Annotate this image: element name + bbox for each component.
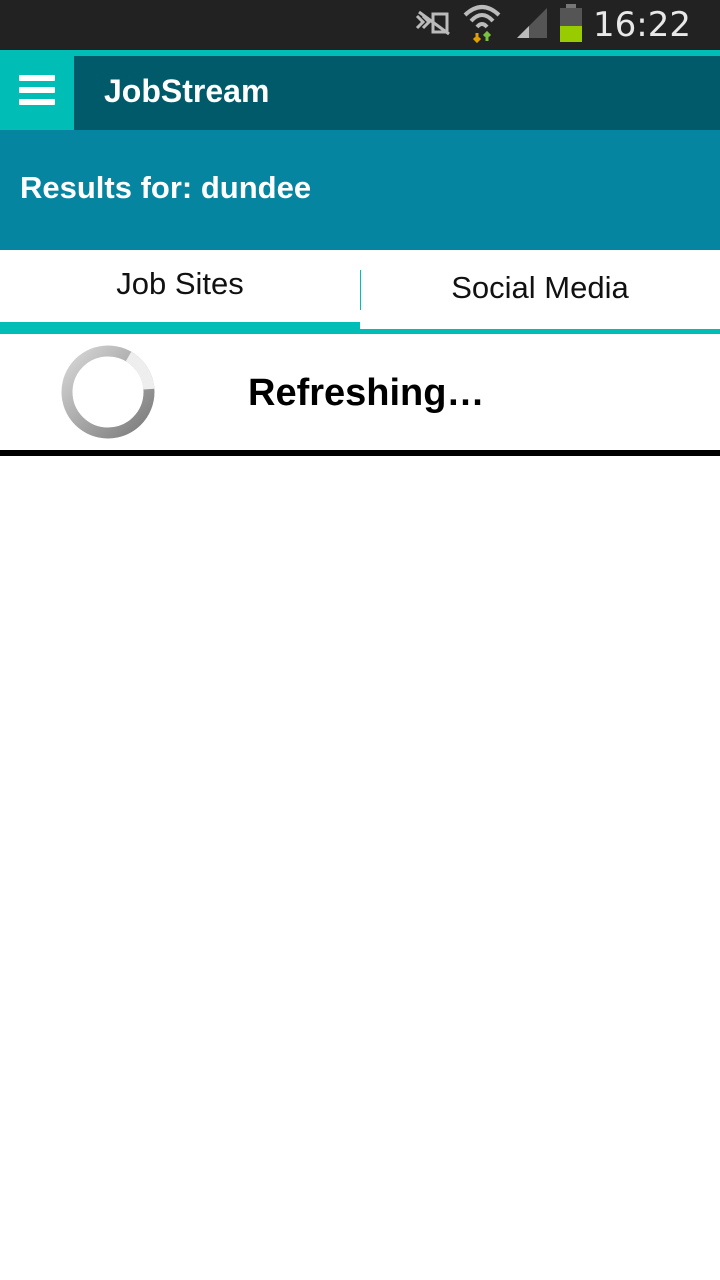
wifi-icon [463, 3, 501, 48]
tab-job-sites[interactable]: Job Sites [0, 250, 360, 334]
tab-label: Job Sites [116, 266, 244, 301]
results-label: Results for: dundee [20, 170, 312, 205]
app-title: JobStream [104, 73, 270, 109]
loading-spinner-icon [58, 342, 158, 447]
app-bar: JobStream [0, 50, 720, 130]
status-time: 16:22 [593, 5, 691, 45]
hamburger-menu-icon[interactable] [0, 50, 74, 130]
battery-icon [559, 3, 583, 47]
results-banner: Results for: dundee [0, 130, 720, 250]
refresh-indicator: Refreshing… [0, 334, 720, 456]
status-bar: 16:22 [0, 0, 720, 50]
refresh-text: Refreshing… [248, 372, 485, 414]
tab-divider [360, 270, 361, 310]
status-icons: 16:22 [413, 0, 691, 50]
tab-social-media[interactable]: Social Media [360, 250, 720, 334]
tab-bar: Job Sites Social Media [0, 250, 720, 334]
tab-label: Social Media [451, 269, 629, 305]
signal-icon [515, 6, 549, 45]
silent-mode-icon [413, 8, 453, 43]
